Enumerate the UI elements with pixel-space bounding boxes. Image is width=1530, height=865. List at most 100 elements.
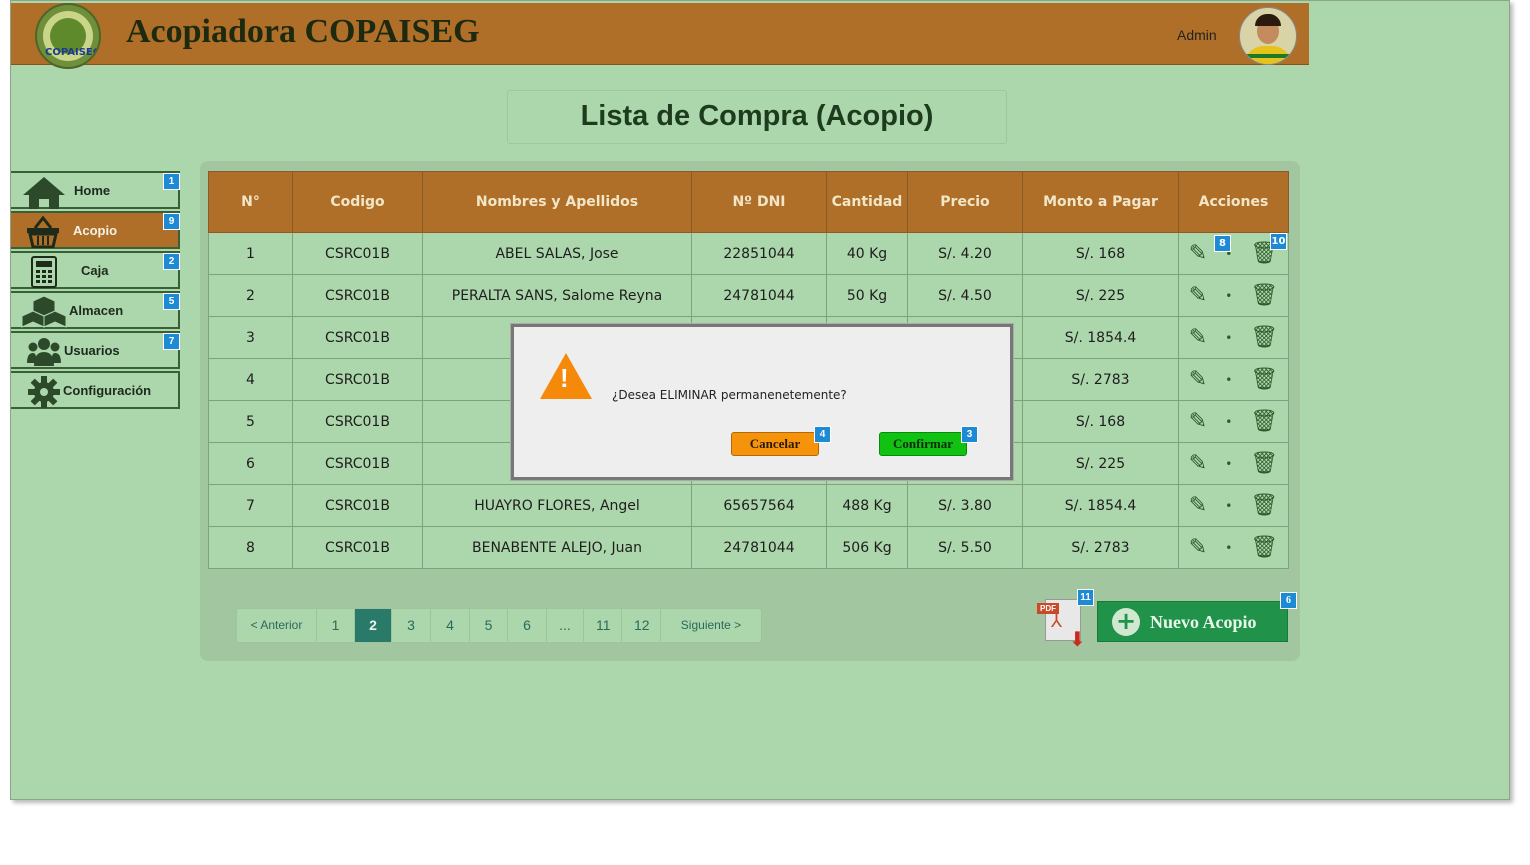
home-icon [23, 177, 65, 209]
cell-dni: 24781044 [691, 274, 827, 317]
pager-page-button[interactable]: 5 [470, 609, 508, 642]
cell-monto: S/. 225 [1022, 274, 1179, 317]
sidebar-item-home[interactable]: Home 1 [11, 171, 180, 209]
cell-acciones: ✎ • 🗑 [1178, 274, 1289, 317]
cell-acciones: ✎ • 🗑 [1178, 358, 1289, 401]
sidebar-item-caja[interactable]: Caja 2 [11, 251, 180, 289]
user-label[interactable]: Admin [1177, 27, 1217, 43]
pager-prev-button[interactable]: < Anterior [237, 609, 317, 642]
sidebar-item-label: Almacen [69, 303, 124, 318]
tour-badge: 6 [1280, 592, 1297, 609]
sidebar-item-acopio[interactable]: Acopio 9 [11, 211, 180, 249]
edit-pencil-icon[interactable]: ✎ [1189, 367, 1207, 392]
cell-codigo: CSRC01B [292, 484, 423, 527]
pager-page-button[interactable]: 3 [392, 609, 431, 642]
delete-trash-icon[interactable]: 🗑 [1250, 535, 1278, 560]
delete-trash-icon[interactable]: 🗑 [1250, 409, 1278, 434]
cell-dni: 65657564 [691, 484, 827, 527]
column-header[interactable]: Codigo [292, 171, 423, 233]
app-title: Acopiadora COPAISEG [126, 13, 480, 50]
pager-page-button[interactable]: 1 [317, 609, 355, 642]
confirm-button[interactable]: Confirmar [879, 432, 967, 456]
edit-pencil-icon[interactable]: ✎ [1189, 493, 1207, 518]
separator-dot: • [1225, 498, 1233, 513]
plus-icon: + [1112, 608, 1140, 636]
delete-trash-icon[interactable]: 🗑 [1250, 493, 1278, 518]
cancel-button[interactable]: Cancelar [731, 432, 819, 456]
edit-pencil-icon[interactable]: ✎ [1189, 325, 1207, 350]
cell-acciones: ✎ • 🗑 [1178, 316, 1289, 359]
edit-pencil-icon[interactable]: ✎ [1189, 409, 1207, 434]
cell-precio: S/. 4.20 [907, 232, 1023, 275]
cell-precio: S/. 4.50 [907, 274, 1023, 317]
column-header[interactable]: N° [208, 171, 293, 233]
cell-codigo: CSRC01B [292, 526, 423, 569]
cell-acciones: ✎ • 🗑 [1178, 442, 1289, 485]
tour-badge: 3 [961, 426, 978, 443]
pager-page-button[interactable]: 6 [508, 609, 547, 642]
tour-badge: 4 [814, 426, 831, 443]
cell-monto: S/. 225 [1022, 442, 1179, 485]
cell-codigo: CSRC01B [292, 400, 423, 443]
cell-dni: 24781044 [691, 526, 827, 569]
cell-cantidad: 506 Kg [826, 526, 908, 569]
delete-trash-icon[interactable]: 🗑 [1250, 283, 1278, 308]
cell-codigo: CSRC01B [292, 442, 423, 485]
delete-trash-icon[interactable]: 🗑 [1250, 367, 1278, 392]
sidebar-item-usuarios[interactable]: Usuarios 7 [11, 331, 180, 369]
pagination: < Anterior 1 2 3 4 5 6 ... 11 12 Siguien… [236, 608, 762, 643]
sidebar-item-label: Configuración [63, 383, 152, 398]
column-header[interactable]: Nombres y Apellidos [422, 171, 692, 233]
edit-pencil-icon[interactable]: ✎ [1189, 283, 1207, 308]
user-avatar[interactable] [1239, 7, 1297, 65]
column-header[interactable]: Nº DNI [691, 171, 827, 233]
tour-badge: 2 [163, 253, 180, 270]
tour-badge: 8 [1214, 235, 1231, 252]
cell-monto: S/. 168 [1022, 232, 1179, 275]
users-icon [27, 338, 61, 366]
cell-monto: S/. 168 [1022, 400, 1179, 443]
cell-n: 5 [208, 400, 293, 443]
edit-pencil-icon[interactable]: ✎ [1189, 241, 1207, 266]
delete-trash-icon[interactable]: 🗑 [1250, 451, 1278, 476]
cell-n: 3 [208, 316, 293, 359]
calculator-icon [31, 256, 57, 288]
column-header[interactable]: Monto a Pagar [1022, 171, 1179, 233]
tour-badge: 10 [1270, 233, 1287, 250]
delete-trash-icon[interactable]: 🗑 [1250, 325, 1278, 350]
cell-precio: S/. 3.80 [907, 484, 1023, 527]
cell-monto: S/. 2783 [1022, 358, 1179, 401]
boxes-icon [21, 295, 67, 328]
cell-dni: 22851044 [691, 232, 827, 275]
pager-page-button[interactable]: 12 [622, 609, 661, 642]
pager-page-button-current[interactable]: 2 [355, 609, 392, 642]
cell-codigo: CSRC01B [292, 316, 423, 359]
pager-page-button[interactable]: 4 [431, 609, 470, 642]
separator-dot: • [1225, 372, 1233, 387]
sidebar-item-configuracion[interactable]: Configuración [11, 371, 180, 409]
cell-cantidad: 488 Kg [826, 484, 908, 527]
cell-nombre: HUAYRO FLORES, Angel [422, 484, 692, 527]
column-header[interactable]: Precio [907, 171, 1023, 233]
table-row: 1 CSRC01B ABEL SALAS, Jose 22851044 40 Kg S/.… [208, 232, 1289, 275]
sidebar-item-almacen[interactable]: Almacen 5 [11, 291, 180, 329]
table-row: 8 CSRC01B BENABENTE ALEJO, Juan 24781044 506… [208, 526, 1289, 569]
pager-next-button[interactable]: Siguiente > [661, 609, 761, 642]
cell-n: 6 [208, 442, 293, 485]
tour-badge: 5 [163, 293, 180, 310]
tour-badge: 7 [163, 333, 180, 350]
cell-n: 4 [208, 358, 293, 401]
pdf-export-button[interactable]: PDF ⅄ ⬇ 11 [1037, 589, 1094, 651]
delete-confirm-dialog: ! ¿Desea ELIMINAR permanenetemente? Canc… [511, 324, 1013, 480]
pager-page-button[interactable]: 11 [584, 609, 622, 642]
table-row: 2 CSRC01B PERALTA SANS, Salome Reyna 247810… [208, 274, 1289, 317]
tour-badge: 11 [1077, 589, 1094, 606]
nuevo-acopio-button[interactable]: + Nuevo Acopio 6 [1097, 592, 1297, 642]
cell-acciones: ✎ • 🗑 [1178, 484, 1289, 527]
column-header[interactable]: Cantidad [826, 171, 908, 233]
page-title-box: Lista de Compra (Acopio) [507, 90, 1007, 144]
cell-precio: S/. 5.50 [907, 526, 1023, 569]
cell-monto: S/. 1854.4 [1022, 484, 1179, 527]
edit-pencil-icon[interactable]: ✎ [1189, 451, 1207, 476]
edit-pencil-icon[interactable]: ✎ [1189, 535, 1207, 560]
